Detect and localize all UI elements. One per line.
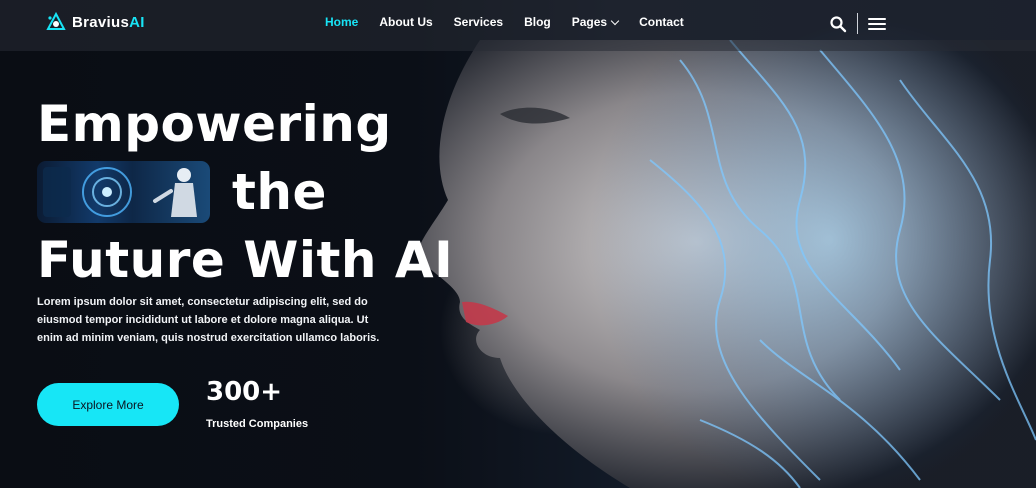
site-header: BraviusAI Home About Us Services Blog Pa… bbox=[0, 0, 1036, 51]
headline-line-3: Future With AI bbox=[37, 231, 454, 289]
robot-logo-icon bbox=[46, 12, 66, 30]
nav-services[interactable]: Services bbox=[454, 15, 503, 29]
header-tools bbox=[829, 13, 886, 34]
nav-blog[interactable]: Blog bbox=[524, 15, 551, 29]
nav-about-us[interactable]: About Us bbox=[379, 15, 432, 29]
nav-services-label: Services bbox=[453, 15, 504, 29]
hamburger-menu-icon[interactable] bbox=[868, 16, 886, 32]
header-divider bbox=[857, 13, 858, 34]
nav-home-label: Home bbox=[325, 15, 359, 29]
nav-contact[interactable]: Contact bbox=[639, 15, 684, 29]
hero-description: Lorem ipsum dolor sit amet, consectetur … bbox=[37, 296, 380, 344]
headline-line-1: Empowering bbox=[37, 95, 392, 153]
brand-name: BraviusAI bbox=[72, 13, 145, 31]
nav-pages[interactable]: Pages bbox=[571, 15, 620, 29]
robot-thumbnail-image bbox=[37, 161, 210, 223]
stat-label: Trusted Companies bbox=[206, 418, 309, 430]
nav-contact-label: Contact bbox=[639, 15, 684, 29]
headline-word-the: the bbox=[232, 163, 327, 221]
main-nav: Home About Us Services Blog Pages Contac… bbox=[325, 15, 705, 29]
nav-blog-label: Blog bbox=[524, 15, 551, 29]
nav-about-us-label: About Us bbox=[379, 15, 433, 29]
nav-pages-label: Pages bbox=[571, 15, 608, 29]
search-icon[interactable] bbox=[829, 15, 847, 33]
hero-headline: Empowering the Future With AI bbox=[37, 90, 453, 294]
headline-line-2: the bbox=[37, 158, 453, 226]
brand-logo[interactable]: BraviusAI bbox=[46, 12, 145, 32]
explore-more-label: Explore More bbox=[72, 397, 144, 412]
explore-more-button[interactable]: Explore More bbox=[37, 383, 179, 426]
ai-face-image bbox=[418, 40, 1036, 488]
stat-value: 300+ bbox=[206, 377, 283, 407]
nav-home[interactable]: Home bbox=[325, 15, 358, 29]
chevron-down-icon bbox=[610, 16, 620, 25]
